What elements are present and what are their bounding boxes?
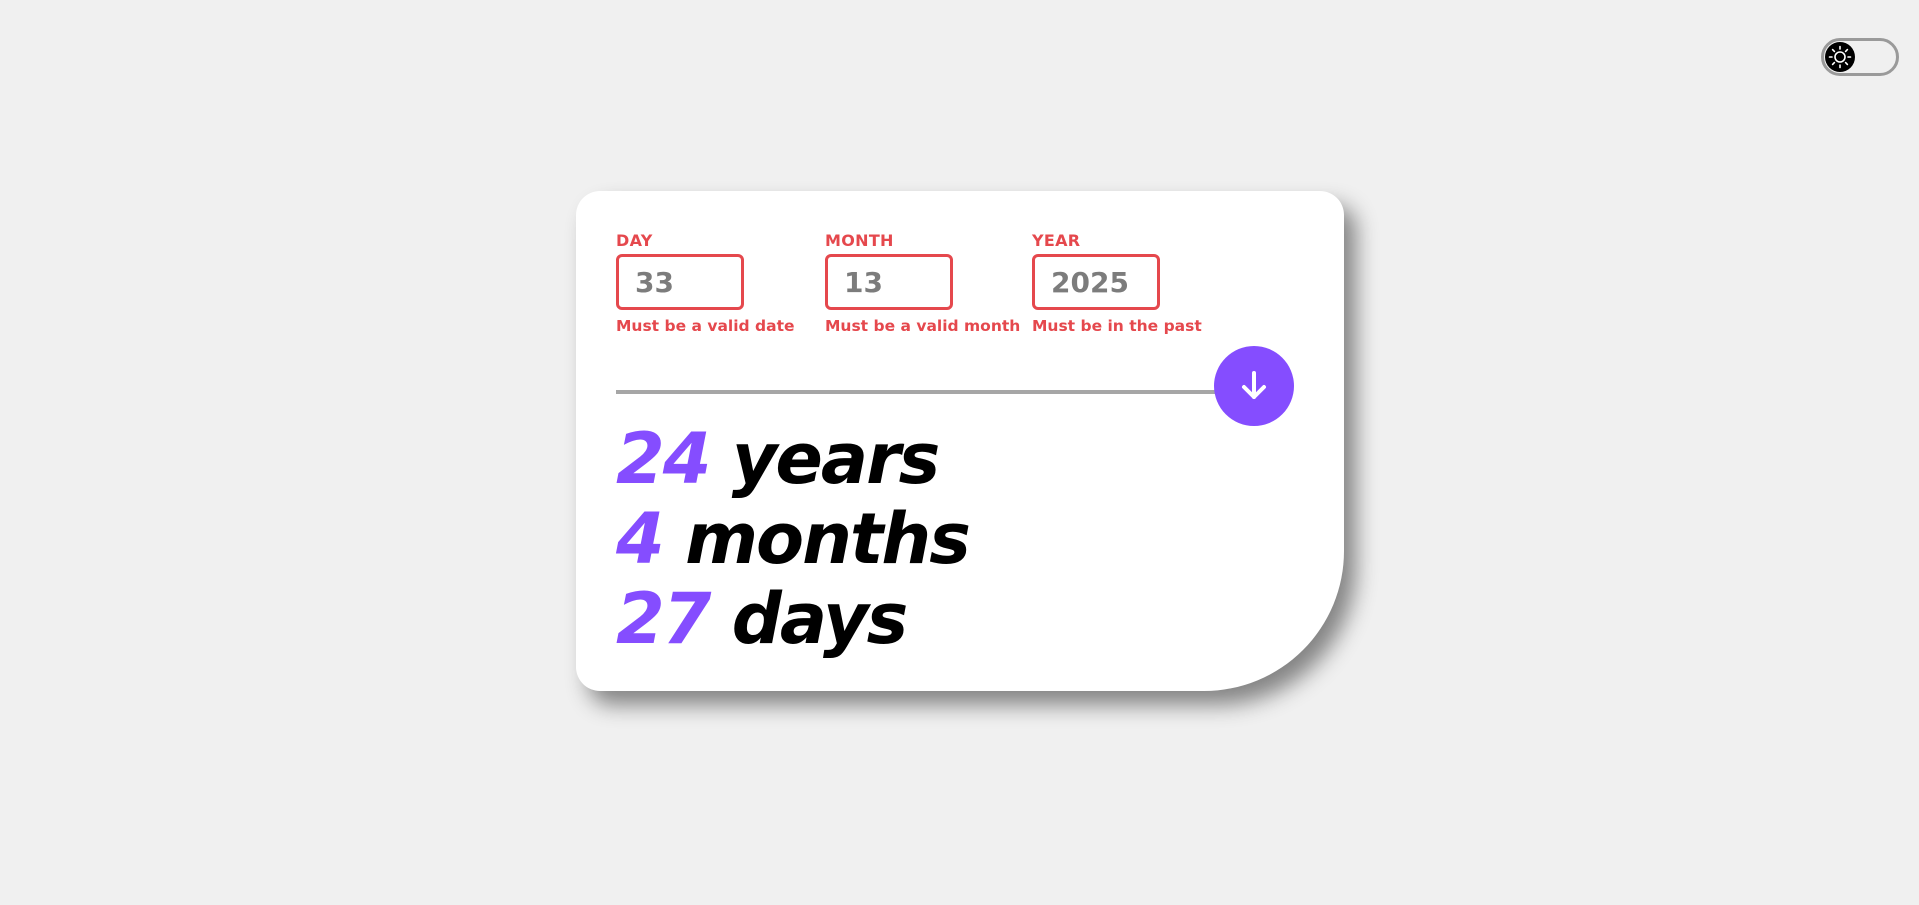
day-error: Must be a valid date [616,317,795,335]
result-days: 27 days [616,579,969,659]
page: DAY Must be a valid date MONTH Must be a… [0,0,1919,905]
year-label: YEAR [1032,231,1081,250]
days-unit: days [731,578,908,660]
years-unit: years [731,418,941,500]
day-input[interactable] [616,254,744,310]
month-field: MONTH Must be a valid month [825,232,1020,335]
day-field: DAY Must be a valid date [616,232,795,335]
divider [616,390,1226,394]
year-error: Must be in the past [1032,317,1202,335]
month-label: MONTH [825,231,894,250]
months-value: 4 [616,498,665,580]
sun-icon [1828,45,1852,69]
toggle-knob [1825,42,1855,72]
submit-button[interactable] [1214,346,1294,426]
year-input[interactable] [1032,254,1160,310]
results: 24 years 4 months 27 days [616,419,971,659]
age-calculator-card: DAY Must be a valid date MONTH Must be a… [576,191,1344,691]
result-months: 4 months [616,498,971,580]
day-label: DAY [616,231,653,250]
result-years: 24 years [616,419,969,499]
month-error: Must be a valid month [825,317,1021,335]
theme-toggle[interactable] [1821,38,1899,76]
years-value: 24 [616,418,711,500]
days-value: 27 [616,578,711,660]
arrow-down-icon [1242,371,1266,399]
month-input[interactable] [825,254,953,310]
months-unit: months [685,498,971,580]
year-field: YEAR Must be in the past [1032,232,1202,335]
